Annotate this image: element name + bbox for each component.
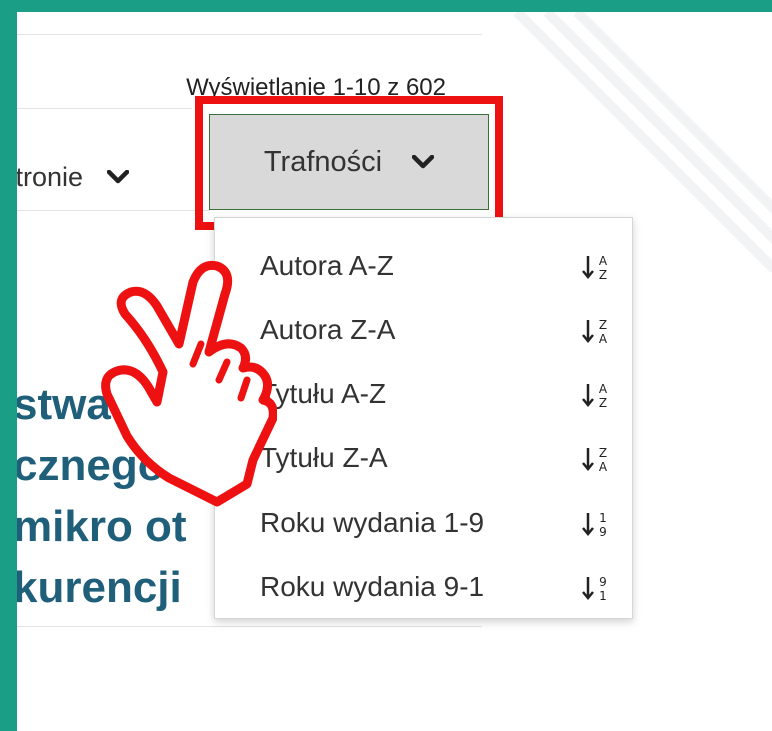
sort-option-title-desc[interactable]: Tytułu Z-A Z A	[260, 438, 610, 478]
sort-icon-bottom-char: Z	[599, 268, 607, 281]
sort-icon-bottom-char: A	[599, 332, 608, 345]
sort-alpha-desc-icon: Z A	[582, 446, 608, 473]
sort-option-label: Roku wydania 9-1	[260, 571, 485, 602]
sort-icon-top-char: A	[599, 382, 608, 396]
sort-alpha-asc-icon: A Z	[582, 254, 608, 281]
sort-option-label: Autora A-Z	[260, 250, 394, 281]
sort-icon-top-char: 1	[599, 511, 607, 525]
sort-option-label: Roku wydania 1-9	[260, 507, 485, 538]
sort-icon-bottom-char: A	[599, 460, 608, 473]
sort-option-title-asc[interactable]: Tytułu A-Z A Z	[260, 374, 610, 414]
sort-option-year-desc[interactable]: Roku wydania 9-1 9 1	[260, 567, 610, 607]
sort-icon-top-char: Z	[599, 446, 607, 460]
divider	[17, 34, 482, 35]
sort-option-label: Tytułu A-Z	[260, 378, 387, 409]
result-title-line: kurencji	[17, 563, 182, 612]
sort-option-label: Tytułu Z-A	[260, 442, 388, 473]
sort-option-year-asc[interactable]: Roku wydania 1-9 1 9	[260, 503, 610, 543]
highlight-box	[195, 96, 503, 230]
divider	[17, 210, 210, 211]
sort-option-author-desc[interactable]: Autora Z-A Z A	[260, 310, 610, 350]
sort-option-author-asc[interactable]: Autora A-Z A Z	[260, 246, 610, 286]
per-page-select[interactable]: stronie	[17, 152, 207, 202]
chevron-down-icon	[107, 170, 130, 184]
sort-alpha-desc-icon: Z A	[582, 318, 608, 345]
content-panel: Wyświetlanie 1-10 z 602 stronie Trafnośc…	[17, 12, 772, 731]
sort-icon-top-char: 9	[599, 575, 607, 589]
sort-numeric-desc-icon: 9 1	[582, 575, 607, 602]
sort-alpha-asc-icon: A Z	[582, 382, 608, 409]
sort-icon-bottom-char: Z	[599, 396, 607, 409]
divider	[17, 626, 482, 627]
per-page-label: stronie	[17, 161, 84, 192]
divider	[17, 108, 192, 109]
sort-numeric-asc-icon: 1 9	[582, 511, 607, 538]
sort-icon-bottom-char: 9	[599, 525, 607, 538]
pointer-hand-icon	[101, 260, 277, 507]
sort-option-label: Autora Z-A	[260, 314, 396, 345]
sort-icon-top-char: A	[599, 254, 608, 268]
sort-icon-top-char: Z	[599, 318, 607, 332]
sort-icon-bottom-char: 1	[599, 589, 607, 602]
